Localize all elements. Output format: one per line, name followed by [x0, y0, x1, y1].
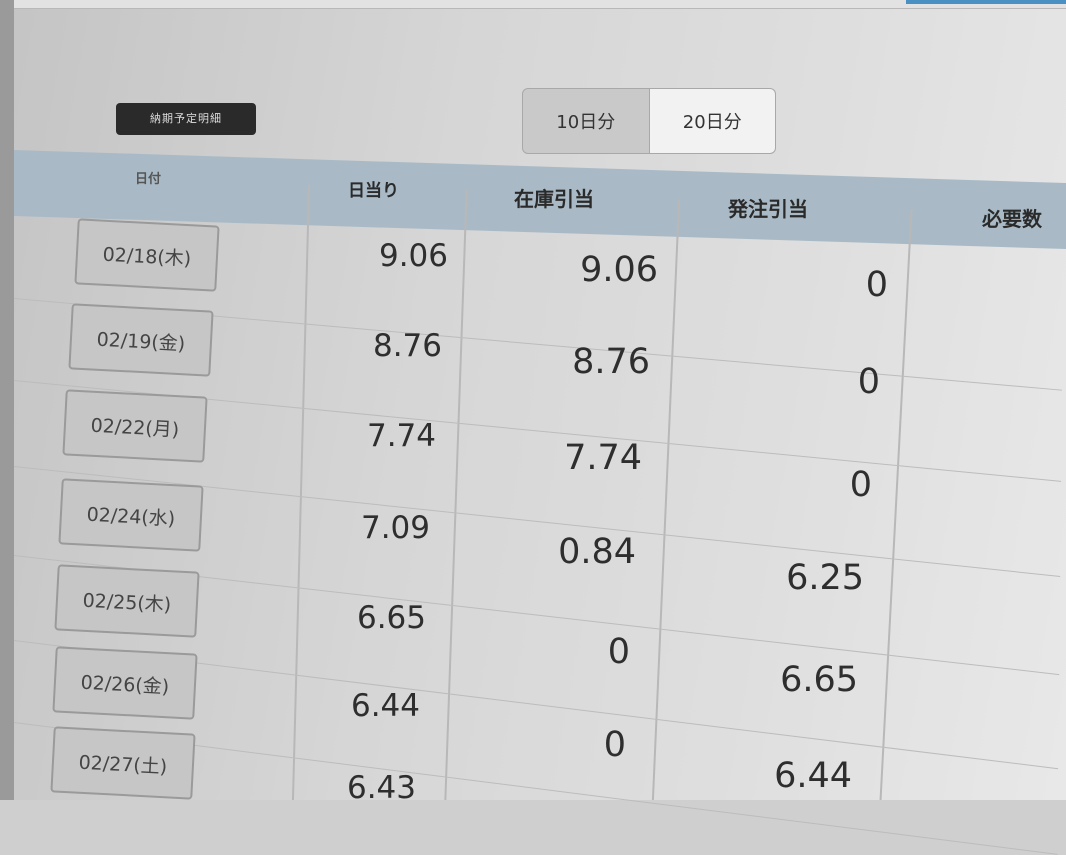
per-day-value: 6.43 — [346, 770, 416, 806]
range-toggle: 10日分 20日分 — [522, 88, 776, 154]
date-button[interactable]: 02/27(土) — [50, 726, 196, 800]
header-order-alloc: 発注引当 — [728, 197, 808, 221]
stock-alloc-value: 8.76 — [572, 342, 650, 382]
date-button[interactable]: 02/24(水) — [58, 478, 204, 552]
date-button[interactable]: 02/25(木) — [54, 564, 200, 638]
stock-alloc-value: 9.06 — [580, 250, 658, 290]
per-day-value: 7.74 — [366, 418, 436, 454]
order-alloc-value: 0 — [849, 465, 872, 505]
per-day-value: 6.65 — [356, 600, 426, 636]
toggle-10-days[interactable]: 10日分 — [522, 88, 650, 154]
per-day-value: 8.76 — [372, 328, 442, 364]
stock-alloc-value: 0.84 — [558, 532, 636, 572]
period-label-badge: 納期予定明細 — [116, 103, 256, 135]
toggle-20-days[interactable]: 20日分 — [649, 88, 776, 154]
stock-alloc-value: 0 — [607, 632, 630, 672]
header-per-day: 日当り — [348, 181, 399, 201]
order-alloc-value: 0 — [857, 362, 880, 402]
order-alloc-value: 6.25 — [786, 558, 864, 598]
header-date: 日付 — [135, 172, 162, 187]
per-day-value: 9.06 — [378, 238, 448, 274]
stock-alloc-value: 0 — [603, 725, 626, 765]
order-alloc-value: 6.65 — [780, 660, 858, 700]
per-day-value: 6.44 — [350, 688, 420, 724]
order-alloc-value: 6.44 — [774, 756, 852, 796]
header-stock-alloc: 在庫引当 — [514, 187, 594, 211]
date-button[interactable]: 02/19(金) — [68, 303, 214, 377]
order-alloc-value: 0 — [865, 265, 888, 305]
per-day-value: 7.09 — [360, 510, 430, 546]
monitor-bezel — [0, 0, 14, 800]
date-button[interactable]: 02/22(月) — [62, 389, 208, 463]
top-accent-bar — [906, 0, 1066, 4]
stock-alloc-value: 7.74 — [564, 438, 642, 478]
header-required: 必要数 — [982, 207, 1042, 231]
date-button[interactable]: 02/26(金) — [52, 646, 198, 720]
date-button[interactable]: 02/18(木) — [74, 218, 220, 292]
